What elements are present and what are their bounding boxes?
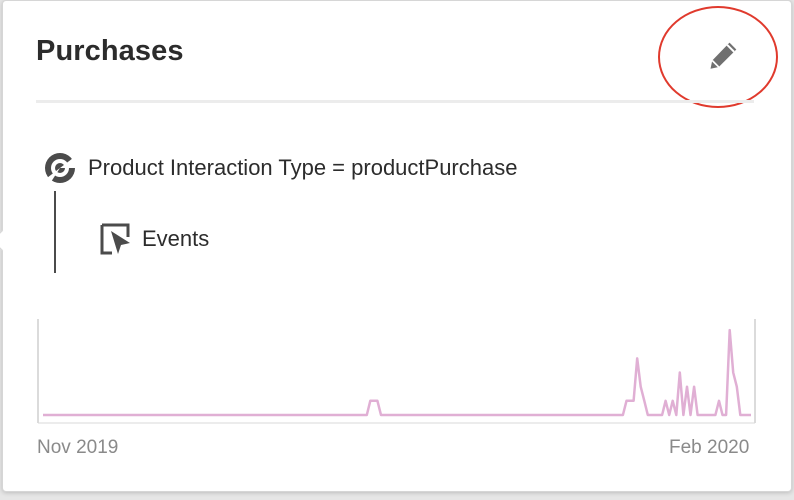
x-tick-label-start: Nov 2019 [37, 437, 119, 458]
events-icon [98, 221, 134, 257]
pencil-icon [710, 42, 737, 69]
segment-rule: Product Interaction Type = productPurcha… [43, 150, 517, 186]
metric-label: Events [142, 226, 210, 251]
purchases-card: Purchases Product Interaction Type = pro… [0, 0, 792, 492]
card-title: Purchases [36, 35, 184, 67]
segment-rule-text: Product Interaction Type = productPurcha… [88, 155, 518, 180]
rule-connector-line [54, 191, 56, 273]
title-divider [36, 100, 754, 103]
edit-button[interactable] [700, 33, 746, 79]
card-pointer [0, 229, 14, 252]
segment-icon [43, 151, 77, 185]
metric-row: Events [98, 221, 209, 257]
series-line [43, 328, 751, 417]
trend-line-chart [37, 319, 756, 424]
x-tick-label-end: Feb 2020 [669, 437, 750, 458]
